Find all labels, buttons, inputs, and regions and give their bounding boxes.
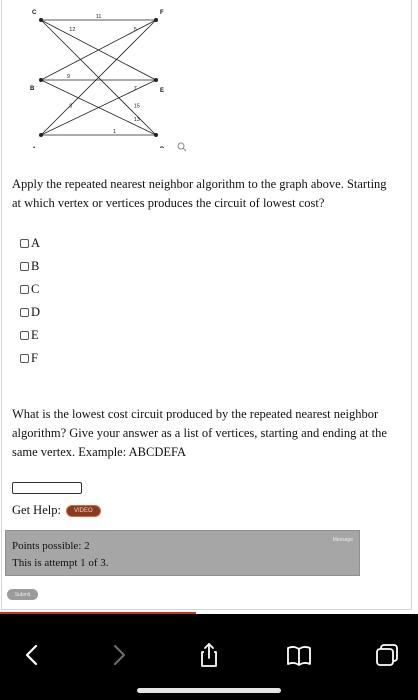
option-label: E — [31, 328, 39, 342]
edge-weight-label: 15 — [134, 104, 140, 110]
get-help: Get Help: VIDEO — [12, 503, 101, 518]
vertex-f — [154, 18, 158, 22]
vertex-c — [39, 18, 43, 22]
points-possible: Points possible: 2 — [12, 540, 90, 552]
vertex-d — [154, 133, 158, 137]
edge-weight-label: 11 — [96, 14, 102, 20]
checkbox[interactable] — [20, 308, 29, 317]
forward-icon[interactable] — [104, 640, 134, 670]
answer-input[interactable] — [12, 482, 82, 494]
vertex-label: E — [160, 88, 164, 94]
checkbox[interactable] — [20, 354, 29, 363]
attempt-count: This is attempt 1 of 3. — [12, 557, 109, 569]
option-f[interactable]: F — [20, 351, 38, 366]
zoom-icon[interactable] — [176, 141, 188, 153]
vertex-label: A — [32, 147, 37, 148]
option-label: B — [31, 259, 40, 273]
option-label: F — [31, 351, 38, 365]
question-card: 1112515971381ABCDEF Apply the repeated n… — [1, 0, 412, 610]
option-d[interactable]: D — [20, 305, 40, 320]
edge-weight-label: 13 — [134, 117, 140, 123]
edge-weight-label: 5 — [134, 27, 137, 33]
edge-weight-label: 1 — [113, 129, 116, 135]
vertex-label: F — [160, 10, 164, 16]
checkbox[interactable] — [20, 239, 29, 248]
question-2-text: What is the lowest cost circuit produced… — [12, 407, 387, 459]
option-label: A — [31, 236, 41, 250]
get-help-label: Get Help: — [12, 503, 61, 517]
checkbox[interactable] — [20, 331, 29, 340]
checkbox[interactable] — [20, 285, 29, 294]
option-label: D — [31, 305, 41, 319]
vertex-a — [39, 133, 43, 137]
option-label: C — [31, 282, 40, 296]
vertex-label: C — [32, 10, 37, 16]
edge-weight-label: 7 — [134, 86, 137, 92]
option-a[interactable]: A — [20, 236, 40, 251]
points-box: Message Points possible: 2 This is attem… — [5, 530, 360, 576]
vertex-e — [154, 78, 158, 82]
question-1-text: Apply the repeated nearest neighbor algo… — [12, 177, 387, 210]
bookmarks-icon[interactable] — [284, 640, 314, 670]
share-icon[interactable] — [194, 640, 224, 670]
option-c[interactable]: C — [20, 282, 39, 297]
edge-weight-label: 9 — [67, 74, 70, 80]
browser-toolbar — [0, 614, 418, 700]
graph-diagram: 11 12 5 15 9 7 13 8 1 A B C D E F — [30, 10, 165, 148]
message-link[interactable]: Message — [333, 537, 353, 543]
vertex-label: B — [30, 86, 35, 92]
edge-weight-label: 8 — [69, 104, 72, 110]
back-icon[interactable] — [17, 640, 47, 670]
submit-button[interactable]: Submit — [7, 589, 38, 600]
tabs-icon[interactable] — [372, 640, 402, 670]
option-e[interactable]: E — [20, 328, 39, 343]
checkbox[interactable] — [20, 262, 29, 271]
edge-weight-label: 12 — [69, 27, 75, 33]
option-b[interactable]: B — [20, 259, 39, 274]
home-indicator — [137, 688, 281, 693]
vertex-label: D — [160, 147, 165, 148]
video-button[interactable]: VIDEO — [65, 504, 101, 517]
vertex-b — [39, 78, 43, 82]
